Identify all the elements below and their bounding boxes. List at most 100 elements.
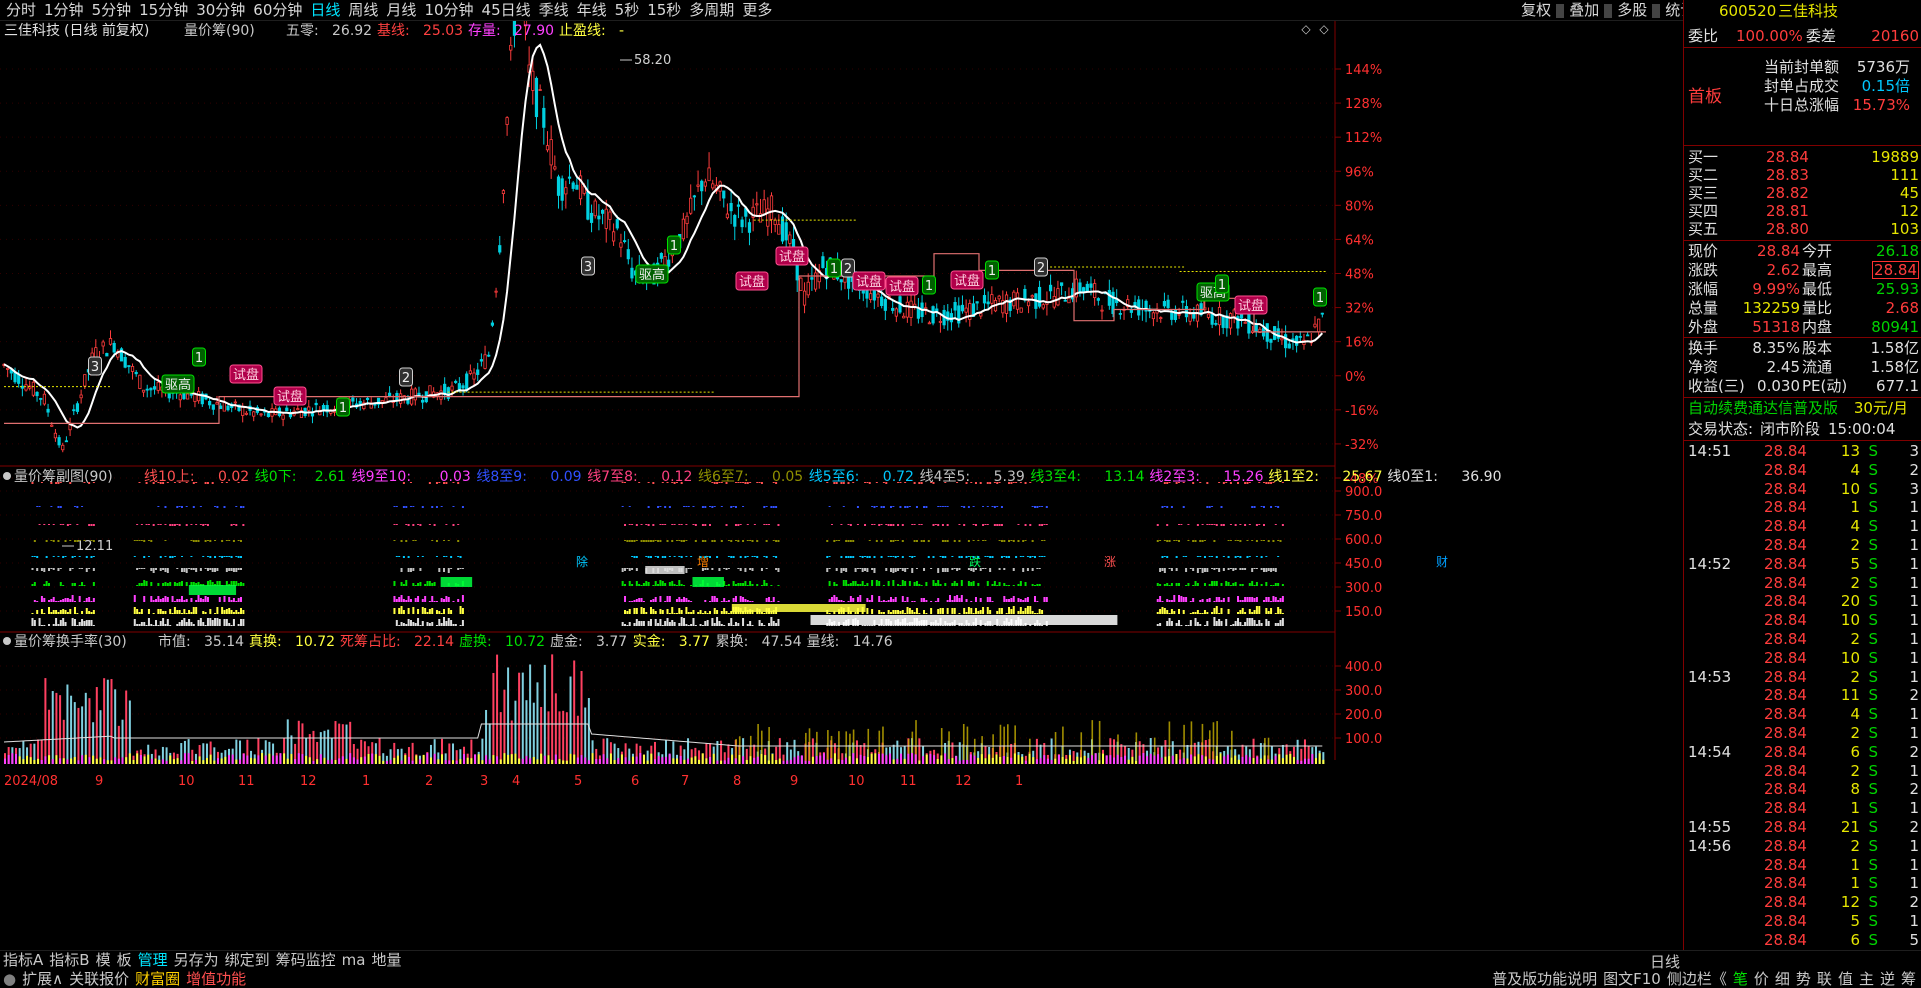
period-tab-5[interactable]: 60分钟: [249, 0, 306, 20]
tool-0[interactable]: 复权: [1517, 0, 1555, 20]
signal-badge[interactable]: 试盘: [273, 386, 307, 406]
candle-body: [1214, 322, 1218, 325]
tick-row: 14:55 28.84 21 S 2: [1684, 818, 1921, 837]
chip-bar: [982, 568, 985, 569]
indicator-tab-7[interactable]: 筹码监控: [273, 951, 339, 969]
chip-bar: [185, 524, 188, 526]
indicator-tab-6[interactable]: 绑定到: [222, 951, 273, 969]
signal-badge[interactable]: 驱高: [635, 264, 669, 284]
chip-bar: [661, 556, 664, 558]
signal-badge[interactable]: 驱高: [161, 374, 195, 394]
signal-badge[interactable]: 1: [336, 397, 350, 417]
signal-badge[interactable]: 试盘: [950, 270, 984, 290]
feature-tab-2[interactable]: 财富圈: [132, 970, 183, 988]
indicator-tab-4[interactable]: 管理: [135, 951, 171, 969]
tool-1[interactable]: 叠加: [1565, 0, 1603, 20]
chip-bar: [57, 601, 60, 602]
tick-side: S: [1868, 818, 1878, 836]
signal-badge[interactable]: 试盘: [735, 271, 769, 291]
period-tab-3[interactable]: 15分钟: [135, 0, 192, 20]
period-tab-1[interactable]: 1分钟: [40, 0, 88, 20]
period-tab-14[interactable]: 15秒: [643, 0, 685, 20]
signal-badge[interactable]: 试盘: [1234, 295, 1268, 315]
signal-badge[interactable]: 1: [827, 258, 841, 278]
stat2-value: 2.45: [1766, 358, 1800, 376]
signal-badge[interactable]: 1: [1313, 287, 1327, 307]
side-tab-6[interactable]: 势: [1793, 970, 1814, 988]
signal-badge[interactable]: 试盘: [852, 271, 886, 291]
period-tab-4[interactable]: 30分钟: [192, 0, 249, 20]
indicator-tab-0[interactable]: 指标A: [0, 951, 46, 969]
side-tab-9[interactable]: 主: [1856, 970, 1877, 988]
signal-badge[interactable]: 试盘: [885, 276, 919, 296]
period-tab-15[interactable]: 多周期: [685, 0, 738, 20]
period-tab-0[interactable]: 分时: [2, 0, 40, 20]
turnover-base: [1292, 756, 1295, 764]
candle-body: [1026, 301, 1031, 307]
chip-bar: [204, 482, 207, 484]
side-tab-2[interactable]: 侧边栏《: [1664, 970, 1730, 988]
period-tab-7[interactable]: 周线: [344, 0, 382, 20]
chip-bar: [631, 568, 634, 570]
candle-body: [252, 411, 256, 417]
period-tab-11[interactable]: 季线: [535, 0, 573, 20]
signal-badge[interactable]: 1: [922, 275, 936, 295]
period-tab-16[interactable]: 更多: [738, 0, 776, 20]
feature-tab-0[interactable]: 扩展∧: [19, 970, 66, 988]
sub1-collapse-icon[interactable]: [3, 472, 11, 480]
kline-chart[interactable]: 58.2012.11除增跌涨财 3驱高1试盘试盘123驱高1试盘试盘1 2试盘 试盘…: [0, 21, 1683, 964]
chip-bar: [934, 524, 937, 525]
side-tab-1[interactable]: 图文F10: [1600, 970, 1664, 988]
period-tab-8[interactable]: 月线: [382, 0, 420, 20]
chip-bar: [889, 540, 892, 542]
side-tab-5[interactable]: 细: [1772, 970, 1793, 988]
period-tab-9[interactable]: 10分钟: [420, 0, 477, 20]
candle-body: [953, 302, 957, 311]
period-tab-6[interactable]: 日线: [306, 0, 344, 20]
period-tab-10[interactable]: 45日线: [478, 0, 535, 20]
candle-body: [597, 215, 601, 220]
side-tab-7[interactable]: 联: [1814, 970, 1835, 988]
signal-badge[interactable]: 1: [1215, 274, 1229, 294]
period-tab-12[interactable]: 年线: [573, 0, 611, 20]
indicator-tab-5[interactable]: 另存为: [171, 951, 222, 969]
chip-bar: [1239, 600, 1242, 602]
scroll-toggle-icon[interactable]: ●: [0, 970, 19, 988]
axis-label-main: 128%: [1345, 97, 1382, 112]
signal-badge[interactable]: 试盘: [229, 364, 263, 384]
tool-2[interactable]: 多股: [1613, 0, 1651, 20]
side-tab-8[interactable]: 值: [1835, 970, 1856, 988]
signal-badge[interactable]: 2: [399, 367, 413, 387]
signal-badge[interactable]: 2: [1034, 257, 1048, 277]
signal-badge[interactable]: 1: [667, 235, 681, 255]
signal-badge[interactable]: 1: [192, 347, 206, 367]
turnover-base: [1116, 754, 1119, 764]
chip-bar: [956, 583, 959, 586]
signal-badge[interactable]: 试盘: [775, 246, 809, 266]
indicator-tab-2[interactable]: 模: [93, 951, 114, 969]
side-tab-3[interactable]: 笔: [1730, 970, 1751, 988]
chip-bar: [654, 619, 657, 626]
indicator-tab-9[interactable]: 地量: [368, 951, 404, 969]
side-tab-11[interactable]: 筹: [1898, 970, 1919, 988]
indicator-tab-3[interactable]: 板: [114, 951, 135, 969]
chip-bar: [435, 506, 438, 508]
test-badge-label: 试盘: [233, 367, 259, 383]
period-tab-13[interactable]: 5秒: [611, 0, 644, 20]
signal-badge[interactable]: 3: [88, 356, 102, 376]
chip-bar: [699, 610, 702, 614]
chip-bar: [424, 596, 427, 602]
chip-bar: [749, 568, 752, 570]
signal-badge[interactable]: 1: [985, 260, 999, 280]
side-tab-4[interactable]: 价: [1751, 970, 1772, 988]
sub2-collapse-icon[interactable]: [3, 637, 11, 645]
indicator-tab-1[interactable]: 指标B: [46, 951, 92, 969]
signal-badge[interactable]: 3: [581, 256, 595, 276]
period-tab-2[interactable]: 5分钟: [88, 0, 136, 20]
chip-bar: [979, 482, 982, 484]
indicator-tab-8[interactable]: ma: [339, 951, 369, 969]
side-tab-0[interactable]: 普及版功能说明: [1489, 970, 1600, 988]
feature-tab-1[interactable]: 关联报价: [66, 970, 132, 988]
side-tab-10[interactable]: 逆: [1877, 970, 1898, 988]
feature-tab-3[interactable]: 增值功能: [183, 970, 249, 988]
